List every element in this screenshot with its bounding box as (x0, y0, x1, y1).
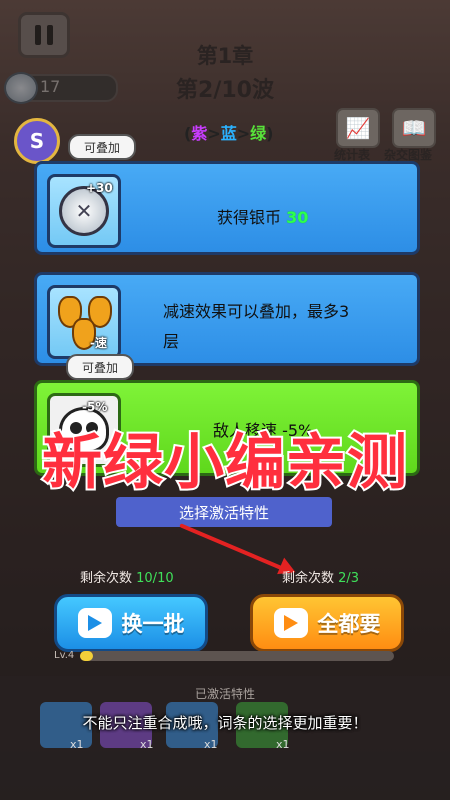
slot-count: x1 (204, 738, 218, 751)
icon-amount: -5% (82, 400, 108, 414)
rank-badge: S (14, 118, 60, 164)
codex-button[interactable]: 📖 (392, 108, 436, 148)
icon-amount: +30 (86, 181, 113, 195)
chart-icon: 📈 (345, 116, 371, 140)
take-all-remaining: 剩余次数 2/3 (282, 571, 360, 586)
stackable-tag: 可叠加 (66, 354, 135, 380)
refresh-button[interactable]: 换一批 (54, 594, 208, 652)
trait-description: 减速效果可以叠加，最多3 层 (163, 302, 350, 351)
rarity-order: (紫>蓝>绿) (184, 124, 274, 143)
stackable-tag: 可叠加 (68, 134, 137, 160)
slot-count: x1 (276, 738, 290, 751)
book-icon: 📖 (401, 116, 427, 140)
select-trait-prompt: 选择激活特性 (116, 497, 332, 527)
trait-icon-frame: -速 (47, 285, 121, 359)
trait-card-coins[interactable]: ✕ +30 获得银币 30 (34, 161, 420, 255)
stats-button[interactable]: 📈 (336, 108, 380, 148)
trait-description: 获得银币 30 (217, 208, 309, 227)
trait-card-slow[interactable]: -速 减速效果可以叠加，最多3 层 (34, 272, 420, 366)
icon-amount: -速 (90, 336, 107, 350)
video-ad-icon (273, 608, 308, 638)
video-ad-icon (77, 608, 112, 638)
slot-count: x1 (70, 738, 84, 751)
level-progress-fill (80, 651, 93, 661)
active-traits-label: 已激活特性 (194, 687, 255, 701)
level-label: Lv.4 (54, 650, 75, 661)
refresh-remaining: 剩余次数 10/10 (80, 571, 174, 586)
slot-count: x1 (140, 738, 154, 751)
promo-caption: 新绿小编亲测 (40, 426, 409, 500)
trait-icon-frame: ✕ +30 (47, 174, 121, 248)
video-subtitle: 不能只注重合成哦，词条的选择更加重要！ (82, 714, 368, 732)
level-progress-track (80, 651, 394, 661)
take-all-button[interactable]: 全都要 (250, 594, 404, 652)
